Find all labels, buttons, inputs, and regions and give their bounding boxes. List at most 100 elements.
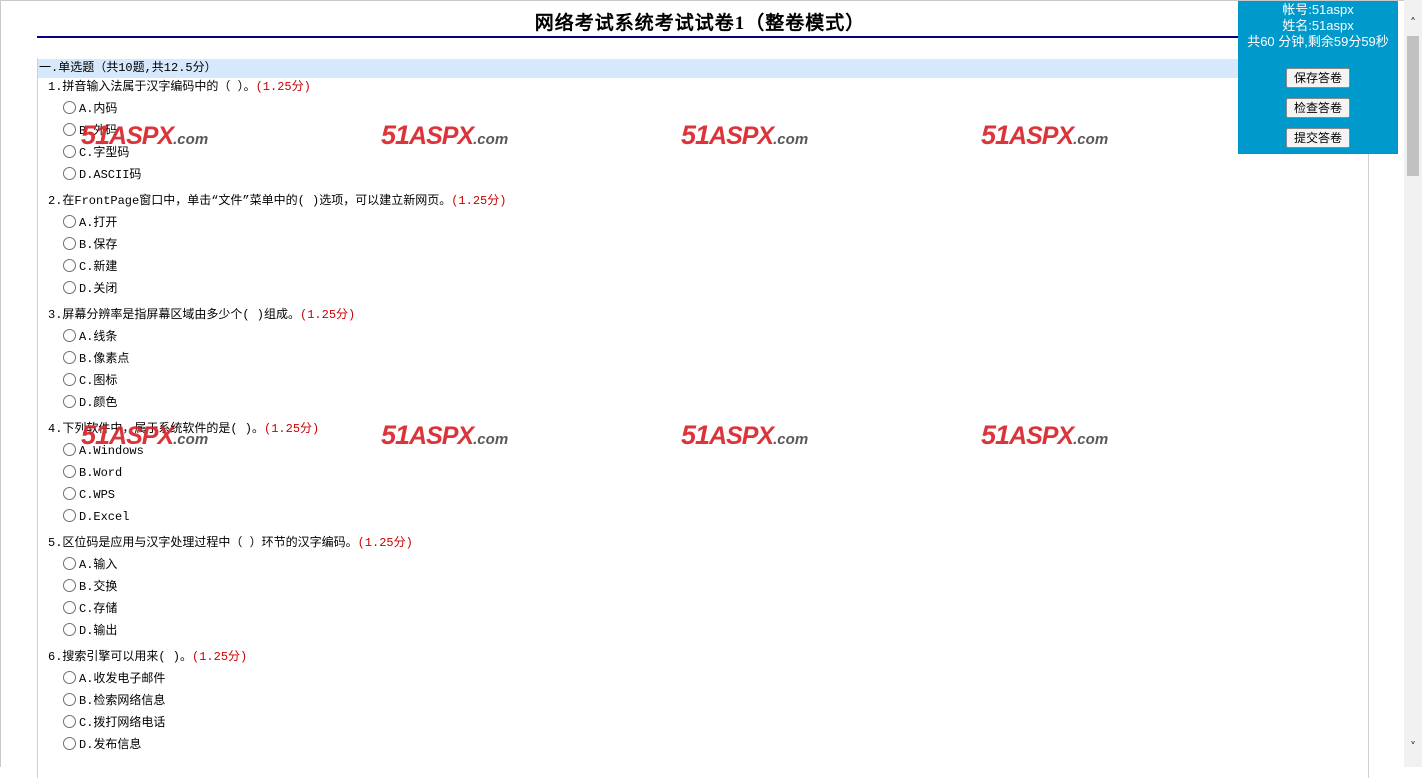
option-label: A.线条 xyxy=(79,330,118,344)
watermark-logo: 51ASPX.com xyxy=(981,420,1109,450)
radio-button[interactable] xyxy=(63,214,76,228)
option-label: D.输出 xyxy=(79,624,118,638)
exam-content-area xyxy=(37,58,1369,778)
option-3b[interactable]: B.像素点 xyxy=(63,350,129,368)
option-5b[interactable]: B.交换 xyxy=(63,578,117,596)
question-text: 6.搜索引擎可以用来( )。 xyxy=(48,650,193,664)
option-5c[interactable]: C.存储 xyxy=(63,600,117,618)
radio-button[interactable] xyxy=(63,692,76,706)
submit-answers-button[interactable]: 提交答卷 xyxy=(1286,128,1350,148)
radio-button[interactable] xyxy=(63,394,76,408)
watermark-logo: 51ASPX.com xyxy=(381,120,509,150)
vertical-scrollbar[interactable]: ˄ ˅ xyxy=(1404,0,1422,767)
option-label: B.像素点 xyxy=(79,352,130,366)
option-4c[interactable]: C.WPS xyxy=(63,486,115,504)
question-text: 5.区位码是应用与汉字处理过程中（ ）环节的汉字编码。 xyxy=(48,536,358,550)
radio-button[interactable] xyxy=(63,442,76,456)
question-text: 1.拼音输入法属于汉字编码中的（ ）。 xyxy=(48,80,256,94)
radio-button[interactable] xyxy=(63,508,76,522)
radio-button[interactable] xyxy=(63,622,76,636)
student-name-label: 姓名:51aspx xyxy=(1282,18,1354,33)
option-2d[interactable]: D.关闭 xyxy=(63,280,117,298)
radio-button[interactable] xyxy=(63,556,76,570)
option-label: B.交换 xyxy=(79,580,118,594)
option-label: D.ASCII码 xyxy=(79,168,142,182)
radio-button[interactable] xyxy=(63,464,76,478)
account-label: 帐号:51aspx xyxy=(1282,2,1354,17)
option-5d[interactable]: D.输出 xyxy=(63,622,117,640)
option-3d[interactable]: D.颜色 xyxy=(63,394,117,412)
radio-button[interactable] xyxy=(63,372,76,386)
save-answers-button[interactable]: 保存答卷 xyxy=(1286,68,1350,88)
timer-label: 共60 分钟,剩余59分59秒 xyxy=(1247,34,1389,49)
option-label: C.拨打网络电话 xyxy=(79,716,166,730)
option-6d[interactable]: D.发布信息 xyxy=(63,736,141,754)
radio-button[interactable] xyxy=(63,144,76,158)
option-label: B.检索网络信息 xyxy=(79,694,166,708)
scrollbar-thumb[interactable] xyxy=(1407,36,1419,176)
radio-button[interactable] xyxy=(63,236,76,250)
option-label: C.新建 xyxy=(79,260,118,274)
option-label: B.Word xyxy=(79,466,123,480)
option-label: D.关闭 xyxy=(79,282,118,296)
radio-button[interactable] xyxy=(63,280,76,294)
question-score: (1.25分) xyxy=(255,80,311,94)
radio-button[interactable] xyxy=(63,486,76,500)
option-label: C.WPS xyxy=(79,488,116,502)
exam-info-panel: 帐号:51aspx 姓名:51aspx 共60 分钟,剩余59分59秒 保存答卷… xyxy=(1238,1,1398,154)
option-label: D.发布信息 xyxy=(79,738,142,752)
option-4d[interactable]: D.Excel xyxy=(63,508,129,526)
option-6a[interactable]: A.收发电子邮件 xyxy=(63,670,165,688)
question-score: (1.25分) xyxy=(357,536,413,550)
option-6b[interactable]: B.检索网络信息 xyxy=(63,692,165,710)
question-3: 3.屏幕分辨率是指屏幕区域由多少个( )组成。(1.25分) xyxy=(48,308,355,322)
question-text: 2.在FrontPage窗口中，单击“文件”菜单中的( )选项，可以建立新网页。 xyxy=(48,194,452,208)
option-label: A.内码 xyxy=(79,102,118,116)
option-2c[interactable]: C.新建 xyxy=(63,258,117,276)
radio-button[interactable] xyxy=(63,100,76,114)
radio-button[interactable] xyxy=(63,714,76,728)
option-5a[interactable]: A.输入 xyxy=(63,556,117,574)
question-score: (1.25分) xyxy=(264,422,320,436)
radio-button[interactable] xyxy=(63,350,76,364)
option-2b[interactable]: B.保存 xyxy=(63,236,117,254)
watermark-logo: 51ASPX.com xyxy=(681,420,809,450)
question-score: (1.25分) xyxy=(300,308,356,322)
option-label: D.颜色 xyxy=(79,396,118,410)
option-label: A.收发电子邮件 xyxy=(79,672,166,686)
option-2a[interactable]: A.打开 xyxy=(63,214,117,232)
question-5: 5.区位码是应用与汉字处理过程中（ ）环节的汉字编码。(1.25分) xyxy=(48,536,413,550)
option-3c[interactable]: C.图标 xyxy=(63,372,117,390)
option-label: A.输入 xyxy=(79,558,118,572)
radio-button[interactable] xyxy=(63,578,76,592)
question-text: 3.屏幕分辨率是指屏幕区域由多少个( )组成。 xyxy=(48,308,301,322)
question-score: (1.25分) xyxy=(192,650,248,664)
radio-button[interactable] xyxy=(63,122,76,136)
option-label: C.图标 xyxy=(79,374,118,388)
chevron-up-icon[interactable]: ˄ xyxy=(1404,14,1422,32)
radio-button[interactable] xyxy=(63,600,76,614)
radio-button[interactable] xyxy=(63,166,76,180)
radio-button[interactable] xyxy=(63,258,76,272)
radio-button[interactable] xyxy=(63,736,76,750)
option-label: D.Excel xyxy=(79,510,130,524)
watermark-logo: 51ASPX.com xyxy=(981,120,1109,150)
option-label: B.保存 xyxy=(79,238,118,252)
section-header: 一.单选题（共10题,共12.5分） xyxy=(38,59,1368,78)
watermark-logo: 51ASPX.com xyxy=(81,420,209,450)
check-answers-button[interactable]: 检查答卷 xyxy=(1286,98,1350,118)
option-label: A.打开 xyxy=(79,216,118,230)
page-title: 网络考试系统考试试卷1（整卷模式） xyxy=(534,13,866,34)
question-score: (1.25分) xyxy=(451,194,507,208)
option-6c[interactable]: C.拨打网络电话 xyxy=(63,714,165,732)
question-1: 1.拼音输入法属于汉字编码中的（ ）。(1.25分) xyxy=(48,80,311,94)
chevron-down-icon[interactable]: ˅ xyxy=(1404,738,1422,756)
title-divider xyxy=(37,36,1369,38)
option-1d[interactable]: D.ASCII码 xyxy=(63,166,141,184)
radio-button[interactable] xyxy=(63,328,76,342)
radio-button[interactable] xyxy=(63,670,76,684)
watermark-logo: 51ASPX.com xyxy=(681,120,809,150)
option-4b[interactable]: B.Word xyxy=(63,464,122,482)
option-1a[interactable]: A.内码 xyxy=(63,100,117,118)
option-3a[interactable]: A.线条 xyxy=(63,328,117,346)
